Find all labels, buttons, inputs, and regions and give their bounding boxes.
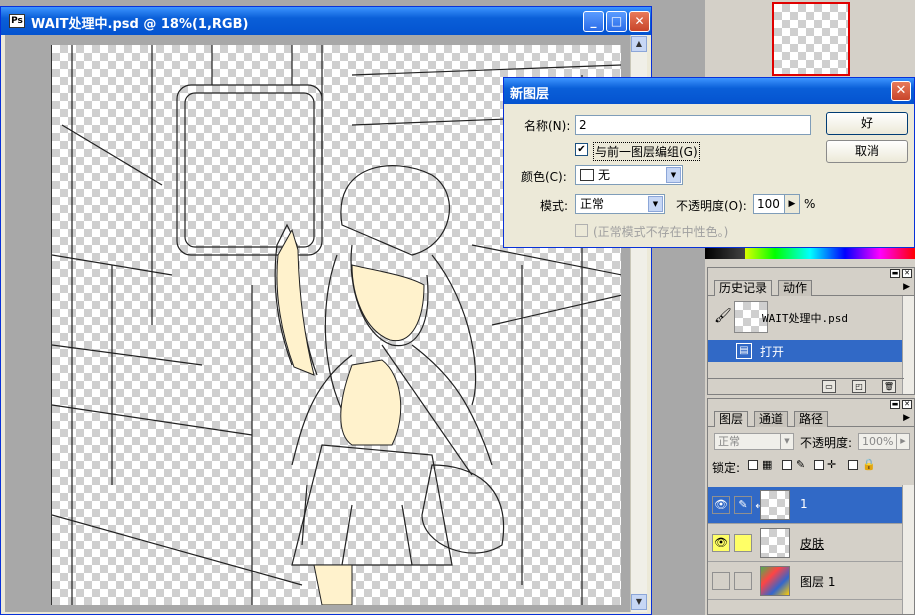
mode-label: 模式: — [540, 199, 569, 213]
lock-all-checkbox[interactable] — [848, 460, 858, 470]
close-button[interactable]: ✕ — [629, 11, 650, 32]
move-icon: ✛ — [827, 458, 837, 471]
layer-name-input[interactable]: 2 — [575, 115, 811, 135]
lock-icon: 🔒 — [862, 458, 876, 471]
opacity-input[interactable]: 100 — [753, 194, 785, 214]
maximize-button[interactable]: □ — [606, 11, 627, 32]
tab-actions[interactable]: 动作 — [778, 280, 813, 296]
layers-tabs: 图层 通道 路径 ▶ — [708, 411, 914, 427]
link-slot-icon[interactable] — [734, 572, 752, 590]
neutral-color-checkbox[interactable] — [575, 224, 588, 237]
blend-mode-value: 正常 — [718, 435, 740, 448]
layers-panel-header[interactable]: ▬ ✕ — [708, 399, 914, 411]
history-panel-header[interactable]: ▬ ✕ — [708, 268, 914, 280]
layer-opacity-label: 不透明度: — [800, 436, 853, 450]
palette-menu-icon[interactable]: ▶ — [903, 413, 910, 423]
color-label: 颜色(C): — [521, 170, 567, 184]
minimize-button[interactable]: _ — [583, 11, 604, 32]
tab-layers[interactable]: 图层 — [714, 411, 749, 427]
brush-icon: ✎ — [796, 458, 806, 471]
group-checkbox[interactable]: ✔ — [575, 143, 588, 156]
scroll-up-arrow-icon[interactable]: ▲ — [631, 36, 647, 52]
cancel-button[interactable]: 取消 — [826, 140, 908, 163]
minimize-palette-icon[interactable]: ▬ — [890, 269, 900, 278]
layer-thumbnail — [760, 528, 790, 558]
brush-link-icon[interactable]: ✎ — [734, 496, 752, 514]
layer-name: 1 — [800, 497, 808, 511]
eye-icon[interactable]: 👁 — [712, 496, 730, 514]
ok-button[interactable]: 好 — [826, 112, 908, 135]
history-footer: ▭ ◰ 🗑 — [708, 378, 904, 394]
history-item[interactable]: ▤ 打开 — [708, 340, 904, 362]
tab-channels[interactable]: 通道 — [754, 411, 789, 427]
mode-select[interactable]: 正常 ▼ — [575, 194, 665, 214]
transparency-icon: ▦ — [762, 458, 773, 471]
history-brush-icon[interactable]: 🖌 — [714, 308, 732, 324]
name-label: 名称(N): — [524, 119, 571, 133]
history-tabs: 历史记录 动作 ▶ — [708, 280, 914, 296]
chevron-down-icon: ▼ — [648, 196, 663, 212]
lock-label: 锁定: — [712, 461, 741, 475]
document-titlebar[interactable]: Ps WAIT处理中.psd @ 18%(1,RGB) _ □ ✕ — [1, 7, 651, 35]
link-slot-icon[interactable] — [734, 534, 752, 552]
scroll-down-arrow-icon[interactable]: ▼ — [631, 594, 647, 610]
layer-thumbnail — [760, 490, 790, 520]
mode-value: 正常 — [580, 197, 605, 211]
layer-name: 图层 1 — [800, 575, 836, 589]
new-layer-dialog: 新图层 ✕ 名称(N): 2 ✔ 与前一图层编组(G) 颜色(C): 无 ▼ 模… — [503, 77, 915, 248]
opacity-label: 不透明度(O): — [676, 199, 747, 213]
lock-row: 锁定: ▦ ✎ ✛ 🔒 — [708, 457, 914, 475]
chevron-down-icon: ▼ — [666, 167, 681, 183]
open-document-icon: ▤ — [736, 343, 752, 359]
lock-image-checkbox[interactable] — [782, 460, 792, 470]
layer-thumbnail — [760, 566, 790, 596]
dialog-titlebar[interactable]: 新图层 ✕ — [504, 78, 914, 104]
color-swatch — [580, 169, 594, 181]
layer-options-row: 正常 ▼ 不透明度: 100% ▶ — [708, 431, 914, 451]
layer-opacity-value: 100% — [862, 435, 894, 448]
delete-state-icon[interactable]: 🗑 — [882, 380, 896, 393]
lock-position-checkbox[interactable] — [814, 460, 824, 470]
neutral-color-label: (正常模式不存在中性色。) — [593, 225, 729, 239]
layer-row[interactable]: 👁 皮肤 — [708, 525, 904, 562]
layers-panel: ▬ ✕ 图层 通道 路径 ▶ 正常 ▼ 不透明度: 100% ▶ 锁定: ▦ ✎ ✛… — [707, 398, 915, 615]
snapshot-label: WAIT处理中.psd — [762, 312, 848, 325]
eye-icon[interactable]: 👁 — [712, 534, 730, 552]
layer-opacity-field[interactable]: 100% ▶ — [858, 433, 910, 450]
history-snapshot[interactable]: 🖌 WAIT处理中.psd — [708, 298, 904, 338]
layer-name: 皮肤 — [800, 537, 825, 551]
dialog-title: 新图层 — [510, 87, 550, 102]
minimize-palette-icon[interactable]: ▬ — [890, 400, 900, 409]
eye-hidden-icon[interactable] — [712, 572, 730, 590]
new-document-from-state-icon[interactable]: ▭ — [822, 380, 836, 393]
document-title: WAIT处理中.psd @ 18%(1,RGB) — [31, 17, 249, 32]
layer-row[interactable]: 图层 1 — [708, 563, 904, 600]
blend-mode-select[interactable]: 正常 ▼ — [714, 433, 794, 450]
color-select[interactable]: 无 ▼ — [575, 165, 683, 185]
arrow-right-icon: ▶ — [896, 434, 909, 449]
palette-menu-icon[interactable]: ▶ — [903, 282, 910, 292]
tab-paths[interactable]: 路径 — [794, 411, 829, 427]
close-palette-icon[interactable]: ✕ — [902, 400, 912, 409]
opacity-slider-arrow-icon[interactable]: ▶ — [784, 194, 800, 214]
history-panel: ▬ ✕ 历史记录 动作 ▶ 🖌 WAIT处理中.psd ▤ 打开 ▭ ◰ 🗑 — [707, 267, 915, 395]
navigator-panel — [705, 0, 915, 78]
navigator-view-box[interactable] — [772, 2, 850, 76]
tab-history[interactable]: 历史记录 — [714, 280, 773, 296]
chevron-down-icon: ▼ — [780, 434, 793, 449]
new-snapshot-icon[interactable]: ◰ — [852, 380, 866, 393]
close-palette-icon[interactable]: ✕ — [902, 269, 912, 278]
close-icon[interactable]: ✕ — [891, 81, 911, 101]
group-checkbox-label[interactable]: 与前一图层编组(G) — [593, 142, 700, 161]
lock-transparency-checkbox[interactable] — [748, 460, 758, 470]
layer-row[interactable]: 👁 ✎ ↲ 1 — [708, 487, 904, 524]
opacity-unit: % — [804, 197, 816, 211]
color-value: 无 — [598, 168, 611, 182]
history-item-label: 打开 — [760, 345, 785, 359]
photoshop-doc-icon: Ps — [9, 14, 25, 28]
layers-scrollbar[interactable] — [902, 485, 914, 614]
